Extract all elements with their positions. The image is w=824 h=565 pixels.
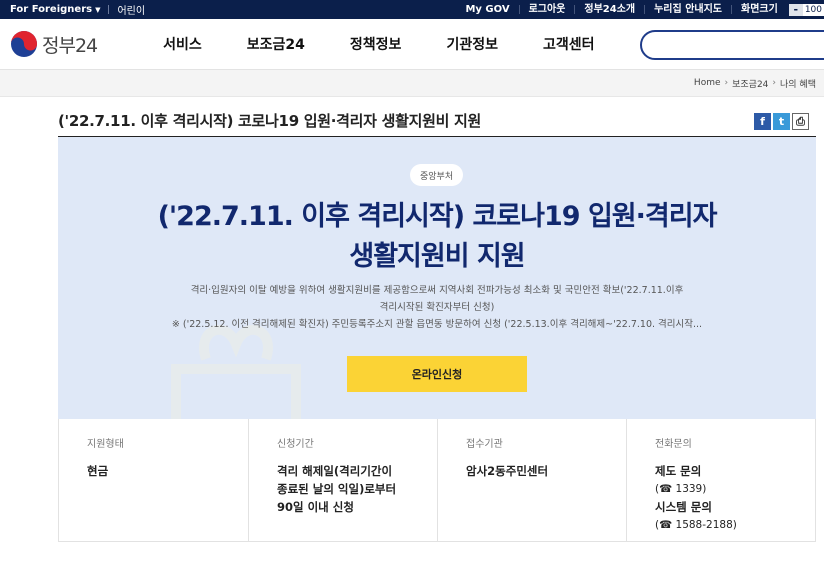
nav-services[interactable]: 서비스 (163, 34, 202, 54)
description-line1: 격리·입원자의 이탈 예방을 위하여 생활지원비를 제공함으로써 지역사회 전파… (190, 285, 684, 296)
search-input[interactable] (640, 30, 824, 60)
contact-policy-phone[interactable]: (☎ 1339) (655, 480, 815, 498)
nav-customer-center[interactable]: 고객센터 (543, 34, 595, 54)
print-icon[interactable]: ⎙ (792, 113, 809, 130)
contact-cell: 전화문의 제도 문의 (☎ 1339) 시스템 문의 (☎ 1588-2188) (626, 419, 815, 541)
breadcrumb-my-benefits[interactable]: 나의 혜택 (780, 77, 816, 90)
twitter-icon[interactable]: t (773, 113, 790, 130)
main-nav: 서비스 보조금24 정책정보 기관정보 고객센터 (163, 34, 639, 54)
support-type-cell: 지원형태 현금 (59, 419, 248, 541)
service-title-line2: 생활지원비 지원 (349, 241, 525, 272)
apply-period-line: 종료된 날의 익일)로부터 (277, 482, 397, 496)
utility-bar: For Foreigners ▼ 어린이 My GOV 로그아웃 정부24소개 … (0, 0, 824, 19)
kids-link[interactable]: 어린이 (117, 2, 145, 17)
agency-value: 암사2동주민센터 (466, 464, 549, 478)
apply-period-cell: 신청기간 격리 해제일(격리기간이 종료된 날의 익일)로부터 90일 이내 신… (248, 419, 437, 541)
contact-label: 전화문의 (655, 439, 692, 450)
for-foreigners-menu[interactable]: For Foreigners ▼ (10, 4, 100, 15)
description-line2: 격리시작된 확진자부터 신청) (379, 302, 495, 313)
service-hero: 중앙부처 ('22.7.11. 이후 격리시작) 코로나19 입원·격리자 생활… (58, 137, 816, 419)
service-title-line1: ('22.7.11. 이후 격리시작) 코로나19 입원·격리자 (157, 201, 718, 232)
breadcrumb: Home › 보조금24 › 나의 혜택 (0, 70, 824, 97)
chevron-right-icon: › (724, 78, 729, 88)
logout-link[interactable]: 로그아웃 (518, 5, 575, 15)
agency-label: 접수기관 (466, 439, 503, 450)
contact-system-phone[interactable]: (☎ 1588-2188) (655, 516, 815, 534)
my-gov-link[interactable]: My GOV (456, 5, 518, 15)
nav-agency-info[interactable]: 기관정보 (446, 34, 498, 54)
online-apply-button[interactable]: 온라인신청 (347, 356, 527, 392)
zoom-value: 100 (802, 3, 824, 16)
description-line3: ※ ('22.5.12. 이전 격리해제된 확진자) 주민등록주소지 관할 읍면… (171, 319, 703, 330)
category-badge: 중앙부처 (410, 164, 464, 186)
site-header: 정부24 서비스 보조금24 정책정보 기관정보 고객센터 (0, 19, 824, 70)
page-title: ('22.7.11. 이후 격리시작) 코로나19 입원·격리자 생활지원비 지… (58, 112, 481, 130)
agency-cell: 접수기관 암사2동주민센터 (437, 419, 626, 541)
apply-period-label: 신청기간 (277, 439, 314, 450)
service-title: ('22.7.11. 이후 격리시작) 코로나19 입원·격리자 생활지원비 지… (58, 197, 816, 277)
logo-text: 정부24 (42, 34, 98, 57)
logo[interactable]: 정부24 (10, 30, 98, 58)
taegeuk-logo-icon (11, 31, 37, 57)
breadcrumb-subsidy24[interactable]: 보조금24 (732, 77, 768, 90)
chevron-right-icon: › (772, 78, 777, 88)
contact-policy-label: 제도 문의 (655, 464, 702, 478)
service-description: 격리·입원자의 이탈 예방을 위하여 생활지원비를 제공함으로써 지역사회 전파… (153, 282, 721, 333)
nav-subsidy24[interactable]: 보조금24 (247, 34, 305, 54)
screen-size-label: 화면크기 (731, 5, 787, 15)
breadcrumb-home[interactable]: Home (694, 78, 721, 88)
apply-period-value: 격리 해제일(격리기간이 종료된 날의 익일)로부터 90일 이내 신청 (277, 462, 437, 516)
divider (108, 5, 110, 14)
apply-period-line: 90일 이내 신청 (277, 500, 354, 514)
nav-policy-info[interactable]: 정책정보 (350, 34, 402, 54)
support-type-value: 현금 (87, 464, 109, 478)
service-summary: 지원형태 현금 신청기간 격리 해제일(격리기간이 종료된 날의 익일)로부터 … (58, 419, 816, 542)
caret-down-icon: ▼ (95, 5, 101, 14)
share-buttons: f t ⎙ (754, 113, 809, 130)
support-type-label: 지원형태 (87, 439, 124, 450)
zoom-out-button[interactable]: - (788, 3, 803, 16)
zoom-control: - 100 (788, 3, 824, 16)
sitemap-link[interactable]: 누리집 안내지도 (644, 5, 731, 15)
facebook-icon[interactable]: f (754, 113, 771, 130)
contact-system-label: 시스템 문의 (655, 500, 712, 514)
for-foreigners-label: For Foreigners (10, 4, 93, 15)
apply-period-line: 격리 해제일(격리기간이 (277, 464, 393, 478)
about-link[interactable]: 정부24소개 (574, 5, 644, 15)
